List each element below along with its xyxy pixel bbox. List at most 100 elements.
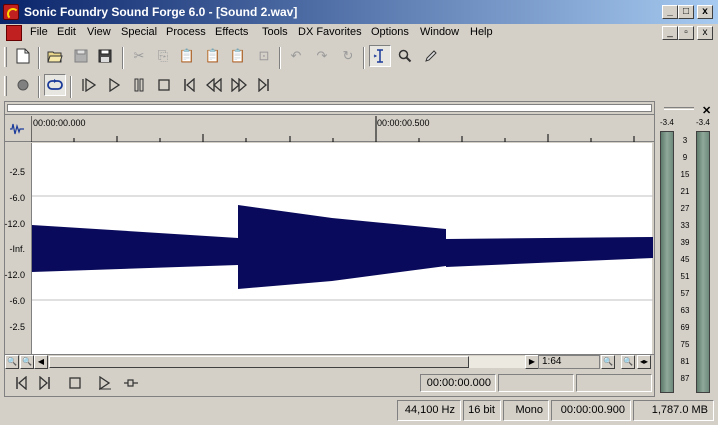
toolbar-separator (363, 47, 365, 69)
pause-icon[interactable] (128, 74, 150, 96)
status-sample-rate[interactable]: 44,100 Hz (397, 400, 461, 421)
play-icon[interactable] (103, 74, 125, 96)
waveform (32, 195, 653, 301)
status-length: 00:00:00.900 (551, 400, 631, 421)
trim-icon: ⊡ (258, 48, 270, 63)
scale-label: -2.5 (9, 167, 25, 177)
overview-track[interactable] (7, 104, 652, 112)
selection-start-field[interactable] (498, 374, 574, 392)
new-icon[interactable] (12, 45, 34, 67)
magnify-tool-icon[interactable] (394, 45, 416, 67)
go-to-start-icon[interactable] (11, 374, 31, 392)
redo-icon: ↷ (316, 48, 328, 63)
pencil-tool-icon[interactable] (420, 45, 442, 67)
toolbar-grip[interactable] (4, 47, 7, 67)
mdi-close-button[interactable]: x (697, 26, 713, 40)
waveform-display[interactable] (31, 143, 653, 354)
scroll-thumb[interactable] (49, 356, 469, 368)
peak-right[interactable]: -3.4 (696, 118, 710, 127)
play-all-icon[interactable] (78, 74, 100, 96)
scroll-left-button[interactable]: ◀ (34, 355, 48, 369)
menu-window[interactable]: Window (420, 26, 459, 38)
loop-playback-icon[interactable] (44, 74, 66, 96)
status-bar: 44,100 Hz 16 bit Mono 00:00:00.900 1,787… (0, 398, 718, 425)
data-window-transport: 00:00:00.000 (5, 369, 654, 396)
save-icon (70, 45, 92, 67)
toolbar-separator (122, 47, 124, 69)
cut-icon: ✂ (133, 48, 145, 63)
zoom-resize-button[interactable]: ◂▸ (637, 355, 651, 369)
status-channels[interactable]: Mono (503, 400, 549, 421)
time-ruler[interactable]: 00:00:00.000 00:00:00.500 (5, 116, 654, 142)
menu-dx-favorites[interactable]: DX Favorites (298, 26, 362, 38)
scroll-track[interactable] (49, 356, 525, 368)
toolbar-separator (279, 47, 281, 69)
sound-forge-app-icon[interactable] (3, 4, 19, 20)
close-button[interactable]: x (697, 5, 713, 19)
waveform-edit-icon[interactable] (9, 122, 27, 138)
transport-toolbar (0, 74, 284, 100)
menu-help[interactable]: Help (470, 26, 493, 38)
go-to-end-icon[interactable] (35, 374, 55, 392)
zoom-in-time-button[interactable]: 🔍 (601, 355, 615, 369)
horizontal-scrollbar[interactable]: 🔍 🔍 ◀ ▶ 1:64 🔍 🔍 ◂▸ (5, 354, 654, 369)
menu-edit[interactable]: Edit (57, 26, 76, 38)
menu-tools[interactable]: Tools (262, 26, 288, 38)
mdi-minimize-button[interactable]: _ (662, 26, 678, 40)
crossfade-icon: 📋 (229, 48, 247, 63)
meter-label: 15 (680, 170, 690, 179)
mdi-restore-button[interactable]: ▫ (678, 26, 694, 40)
go-to-end-icon[interactable] (253, 74, 275, 96)
undo-icon: ↶ (290, 48, 302, 63)
zoom-in-button[interactable]: 🔍 (20, 355, 34, 369)
meter-left (660, 131, 674, 393)
zoom-out-time-button[interactable]: 🔍 (621, 355, 635, 369)
zoom-ratio: 1:64 (538, 355, 600, 369)
selection-end-field[interactable] (576, 374, 652, 392)
peak-left[interactable]: -3.4 (660, 118, 674, 127)
toolbar-separator (38, 76, 40, 98)
menu-special[interactable]: Special (121, 26, 157, 38)
menu-view[interactable]: View (87, 26, 111, 38)
menu-process[interactable]: Process (166, 26, 206, 38)
menu-options[interactable]: Options (371, 26, 409, 38)
rewind-icon[interactable] (203, 74, 225, 96)
scale-label: -12.0 (4, 270, 25, 280)
forward-icon[interactable] (228, 74, 250, 96)
window-title: Sonic Foundry Sound Forge 6.0 - [Sound 2… (24, 5, 298, 19)
maximize-button[interactable]: □ (678, 5, 694, 19)
toolbar-grip[interactable] (4, 76, 7, 96)
meter-label: 81 (680, 357, 690, 366)
status-bit-depth[interactable]: 16 bit (463, 400, 501, 421)
zoom-out-button[interactable]: 🔍 (5, 355, 19, 369)
stop-icon[interactable] (65, 374, 85, 392)
save-as-icon[interactable] (94, 45, 116, 67)
document-icon[interactable] (6, 25, 22, 41)
repeat-icon: ↻ (342, 48, 354, 63)
menu-file[interactable]: File (30, 26, 48, 38)
go-to-start-icon[interactable] (178, 74, 200, 96)
play-icon[interactable] (95, 374, 115, 392)
scroll-right-button[interactable]: ▶ (525, 355, 539, 369)
scale-label: -Inf. (9, 244, 25, 254)
record-icon[interactable] (12, 74, 34, 96)
meter-close-icon[interactable]: ✕ (702, 104, 711, 117)
overview-bar[interactable] (5, 102, 654, 115)
meter-label: 69 (680, 323, 690, 332)
toolbar-separator (70, 76, 72, 98)
meter-grip[interactable] (664, 107, 694, 110)
title-bar: Sonic Foundry Sound Forge 6.0 - [Sound 2… (0, 0, 718, 24)
meter-label: 57 (680, 289, 690, 298)
open-icon[interactable] (44, 45, 66, 67)
minimize-button[interactable]: _ (662, 5, 678, 19)
edit-tool-icon[interactable] (369, 45, 391, 67)
meter-right (696, 131, 710, 393)
position-field[interactable]: 00:00:00.000 (420, 374, 496, 392)
amplitude-scale: -2.5 -6.0 -12.0 -Inf. -12.0 -6.0 -2.5 (4, 143, 31, 354)
stop-icon[interactable] (153, 74, 175, 96)
menu-effects[interactable]: Effects (215, 26, 248, 38)
scale-label: -12.0 (4, 219, 25, 229)
play-as-sample-icon[interactable] (121, 374, 141, 392)
data-window: 00:00:00.000 00:00:00.500 -2.5 -6.0 -12.… (4, 101, 655, 397)
standard-toolbar: ✂ ⎘ 📋 📋 📋 ⊡ ↶ ↷ ↻ (0, 45, 450, 71)
